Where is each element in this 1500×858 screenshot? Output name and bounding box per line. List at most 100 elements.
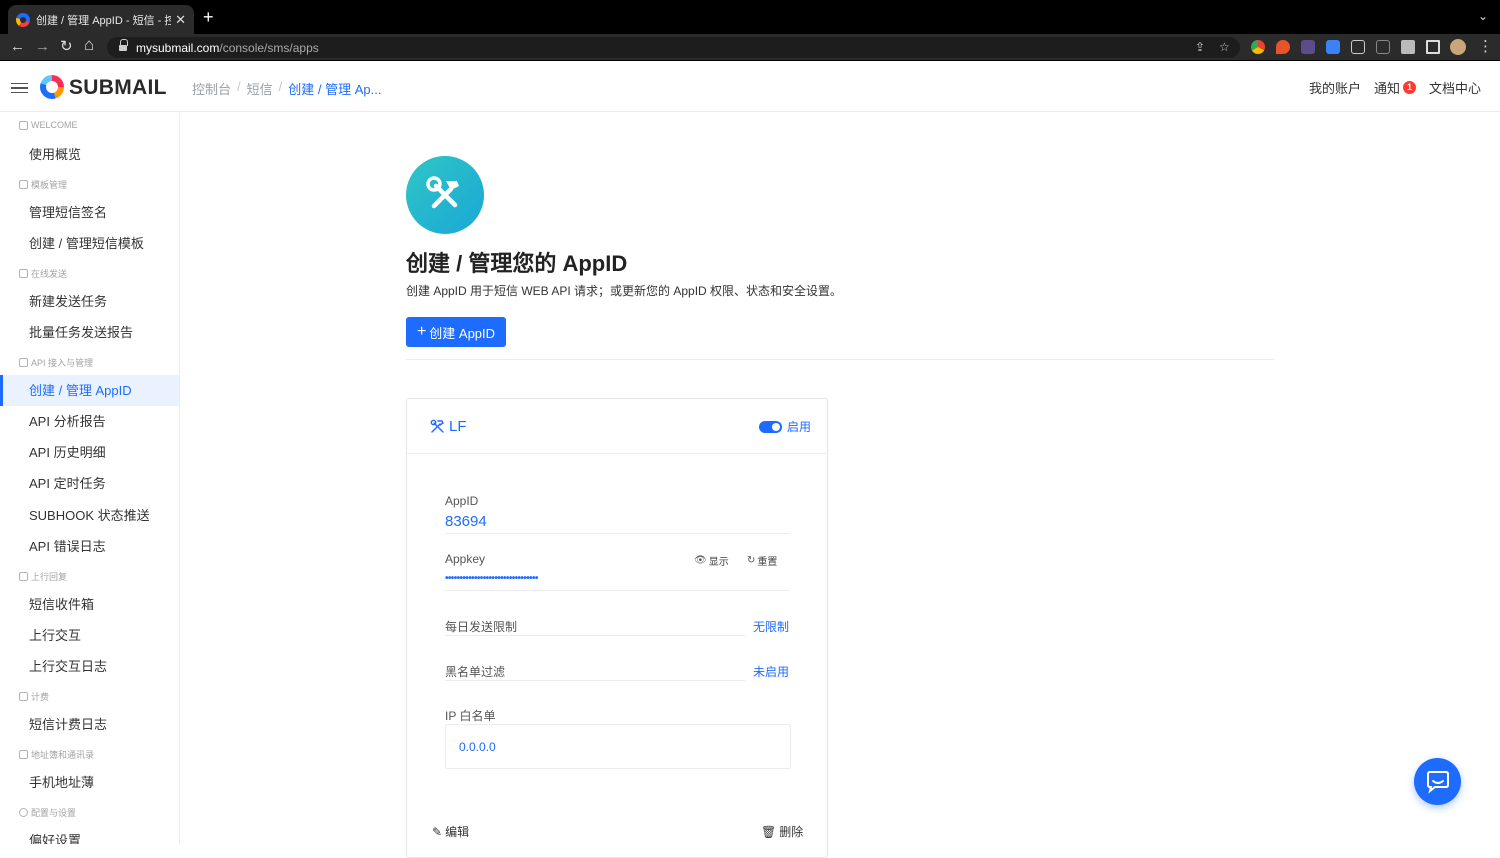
appid-value: 83694 xyxy=(445,513,487,530)
ip-whitelist-label: IP 白名单 xyxy=(445,709,496,723)
breadcrumb-sms[interactable]: 短信 xyxy=(247,79,273,98)
section-title: 模板管理 xyxy=(31,180,68,190)
sidebar-item-appid[interactable]: 创建 / 管理 AppID xyxy=(0,375,179,406)
create-appid-button[interactable]: + 创建 AppID xyxy=(406,317,506,347)
app-name[interactable]: LF xyxy=(430,418,467,435)
status-label: 启用 xyxy=(786,420,811,434)
docs-center-link[interactable]: 文档中心 xyxy=(1429,78,1481,97)
sidebar-item-interaction[interactable]: 上行交互 xyxy=(0,620,179,651)
divider xyxy=(445,680,745,681)
menu-hamburger-icon[interactable] xyxy=(11,83,28,93)
breadcrumb-separator: / xyxy=(278,79,283,94)
sidebar-section-welcome: WELCOME xyxy=(19,120,78,130)
notifications-link[interactable]: 通知 xyxy=(1374,78,1400,97)
ip-whitelist-box[interactable]: 0.0.0.0 xyxy=(445,724,791,769)
daily-limit-value[interactable]: 无限制 xyxy=(753,618,789,635)
pencil-icon xyxy=(19,180,28,189)
url-text: mysubmail.com/console/sms/apps xyxy=(136,41,319,55)
customer-chat-button[interactable] xyxy=(1414,758,1461,805)
pencil-icon: ✎ xyxy=(432,824,443,839)
edit-button[interactable]: ✎ 编辑 xyxy=(432,823,469,840)
url-host: mysubmail.com xyxy=(136,41,220,55)
logo-text[interactable]: SUBMAIL xyxy=(69,76,167,100)
sidebar-item-subhook[interactable]: SUBHOOK 状态推送 xyxy=(0,500,179,531)
show-appkey-button[interactable]: 👁 显示 xyxy=(694,553,729,568)
sidebar-item-api-scheduled[interactable]: API 定时任务 xyxy=(0,468,179,499)
extensions-puzzle-icon[interactable] xyxy=(1401,40,1415,54)
tab-close-icon[interactable]: ✕ xyxy=(175,12,186,28)
reset-appkey-button[interactable]: ↻ 重置 xyxy=(747,553,777,568)
eye-icon: 👁 xyxy=(694,555,707,566)
sidebar-nav: WELCOME 使用概览 模板管理 管理短信签名 创建 / 管理短信模板 在线发… xyxy=(0,113,180,844)
url-path: /console/sms/apps xyxy=(219,41,319,55)
sidebar-item-preferences[interactable]: 偏好设置 xyxy=(0,825,179,844)
tab-title: 创建 / 管理 AppID - 短信 - 控制台 xyxy=(36,14,172,27)
browser-tab[interactable]: 创建 / 管理 AppID - 短信 - 控制台 ✕ xyxy=(8,5,194,34)
refresh-icon: ↻ xyxy=(747,555,756,566)
bookmark-star-icon[interactable]: ☆ xyxy=(1219,40,1230,54)
extension-x-icon[interactable] xyxy=(1376,40,1390,54)
divider xyxy=(406,359,1274,360)
extension-camera-icon[interactable] xyxy=(1351,40,1365,54)
profile-avatar[interactable] xyxy=(1450,39,1466,55)
sidebar-item-overview[interactable]: 使用概览 xyxy=(0,139,179,170)
tools-icon xyxy=(19,358,28,367)
send-icon xyxy=(19,269,28,278)
sidebar-section-settings: 配置与设置 xyxy=(19,806,76,819)
extension-glasses-icon[interactable] xyxy=(1301,40,1315,54)
breadcrumb-console[interactable]: 控制台 xyxy=(192,79,231,98)
submail-logo-icon[interactable] xyxy=(40,75,64,99)
gear-icon xyxy=(19,808,28,817)
extension-chat-icon[interactable] xyxy=(1326,40,1340,54)
page-title: 创建 / 管理您的 AppID xyxy=(406,251,628,276)
sidebar-item-templates[interactable]: 创建 / 管理短信模板 xyxy=(0,228,179,259)
share-icon[interactable]: ⇪ xyxy=(1195,40,1205,54)
divider xyxy=(445,635,745,636)
sidebar-section-billing: 计费 xyxy=(19,690,49,703)
toggle-switch[interactable] xyxy=(758,420,782,433)
section-title: 地址簿和通讯录 xyxy=(31,750,95,760)
sidebar-section-replies: 上行回复 xyxy=(19,570,67,583)
sidebar-item-billing-log[interactable]: 短信计费日志 xyxy=(0,709,179,740)
reset-label: 重置 xyxy=(757,557,778,568)
sidebar-item-interaction-log[interactable]: 上行交互日志 xyxy=(0,651,179,682)
side-panel-icon[interactable] xyxy=(1426,40,1440,54)
sidebar-item-api-errors[interactable]: API 错误日志 xyxy=(0,531,179,562)
daily-limit-label: 每日发送限制 xyxy=(445,620,518,634)
sidebar-item-api-history[interactable]: API 历史明细 xyxy=(0,437,179,468)
sidebar-item-batch-report[interactable]: 批量任务发送报告 xyxy=(0,317,179,348)
section-title: API 接入与管理 xyxy=(31,358,94,368)
browser-menu-icon[interactable]: ⋮ xyxy=(1478,38,1493,56)
home-icon xyxy=(19,120,28,130)
submail-favicon-icon xyxy=(16,12,30,27)
appkey-label: Appkey xyxy=(445,552,486,566)
my-account-link[interactable]: 我的账户 xyxy=(1309,78,1361,97)
sidebar-section-send: 在线发送 xyxy=(19,267,67,280)
address-bar[interactable]: mysubmail.com/console/sms/apps ⇪ ☆ xyxy=(107,37,1240,58)
extension-chrome-icon[interactable] xyxy=(1251,40,1265,54)
sidebar-item-phonebook[interactable]: 手机地址薄 xyxy=(0,767,179,798)
delete-button[interactable]: 🗑 删除 xyxy=(761,823,803,840)
section-title: WELCOME xyxy=(31,120,78,130)
sidebar-item-inbox[interactable]: 短信收件箱 xyxy=(0,589,179,620)
back-arrow-icon[interactable]: ← xyxy=(10,38,25,56)
extension-fox-icon[interactable] xyxy=(1276,40,1290,54)
home-icon[interactable]: ⌂ xyxy=(84,36,94,54)
breadcrumb-separator: / xyxy=(237,79,241,94)
status-toggle[interactable]: 启用 xyxy=(758,418,811,435)
sidebar-item-api-analytics[interactable]: API 分析报告 xyxy=(0,406,179,437)
address-book-icon xyxy=(19,750,28,759)
appid-card: LF 启用 AppID 83694 Appkey 👁 显示 ↻ 重置 •••••••… xyxy=(406,398,828,858)
blacklist-value[interactable]: 未启用 xyxy=(753,663,789,680)
trash-icon: 🗑 xyxy=(761,824,777,839)
sidebar-item-new-task[interactable]: 新建发送任务 xyxy=(0,286,179,317)
new-tab-icon[interactable]: + xyxy=(203,8,214,26)
sidebar-item-signatures[interactable]: 管理短信签名 xyxy=(0,197,179,228)
edit-label: 编辑 xyxy=(445,825,470,839)
app-header: SUBMAIL 控制台 / 短信 / 创建 / 管理 Ap... 我的账户 通知… xyxy=(0,62,1500,112)
tab-search-chevron-icon[interactable]: ⌄ xyxy=(1478,9,1488,23)
forward-arrow-icon[interactable]: → xyxy=(35,38,50,56)
reload-icon[interactable]: ↻ xyxy=(60,38,73,56)
browser-toolbar: ← → ↻ ⌂ mysubmail.com/console/sms/apps ⇪… xyxy=(0,34,1500,61)
page-description: 创建 AppID 用于短信 WEB API 请求；或更新您的 AppID 权限、… xyxy=(406,284,843,298)
